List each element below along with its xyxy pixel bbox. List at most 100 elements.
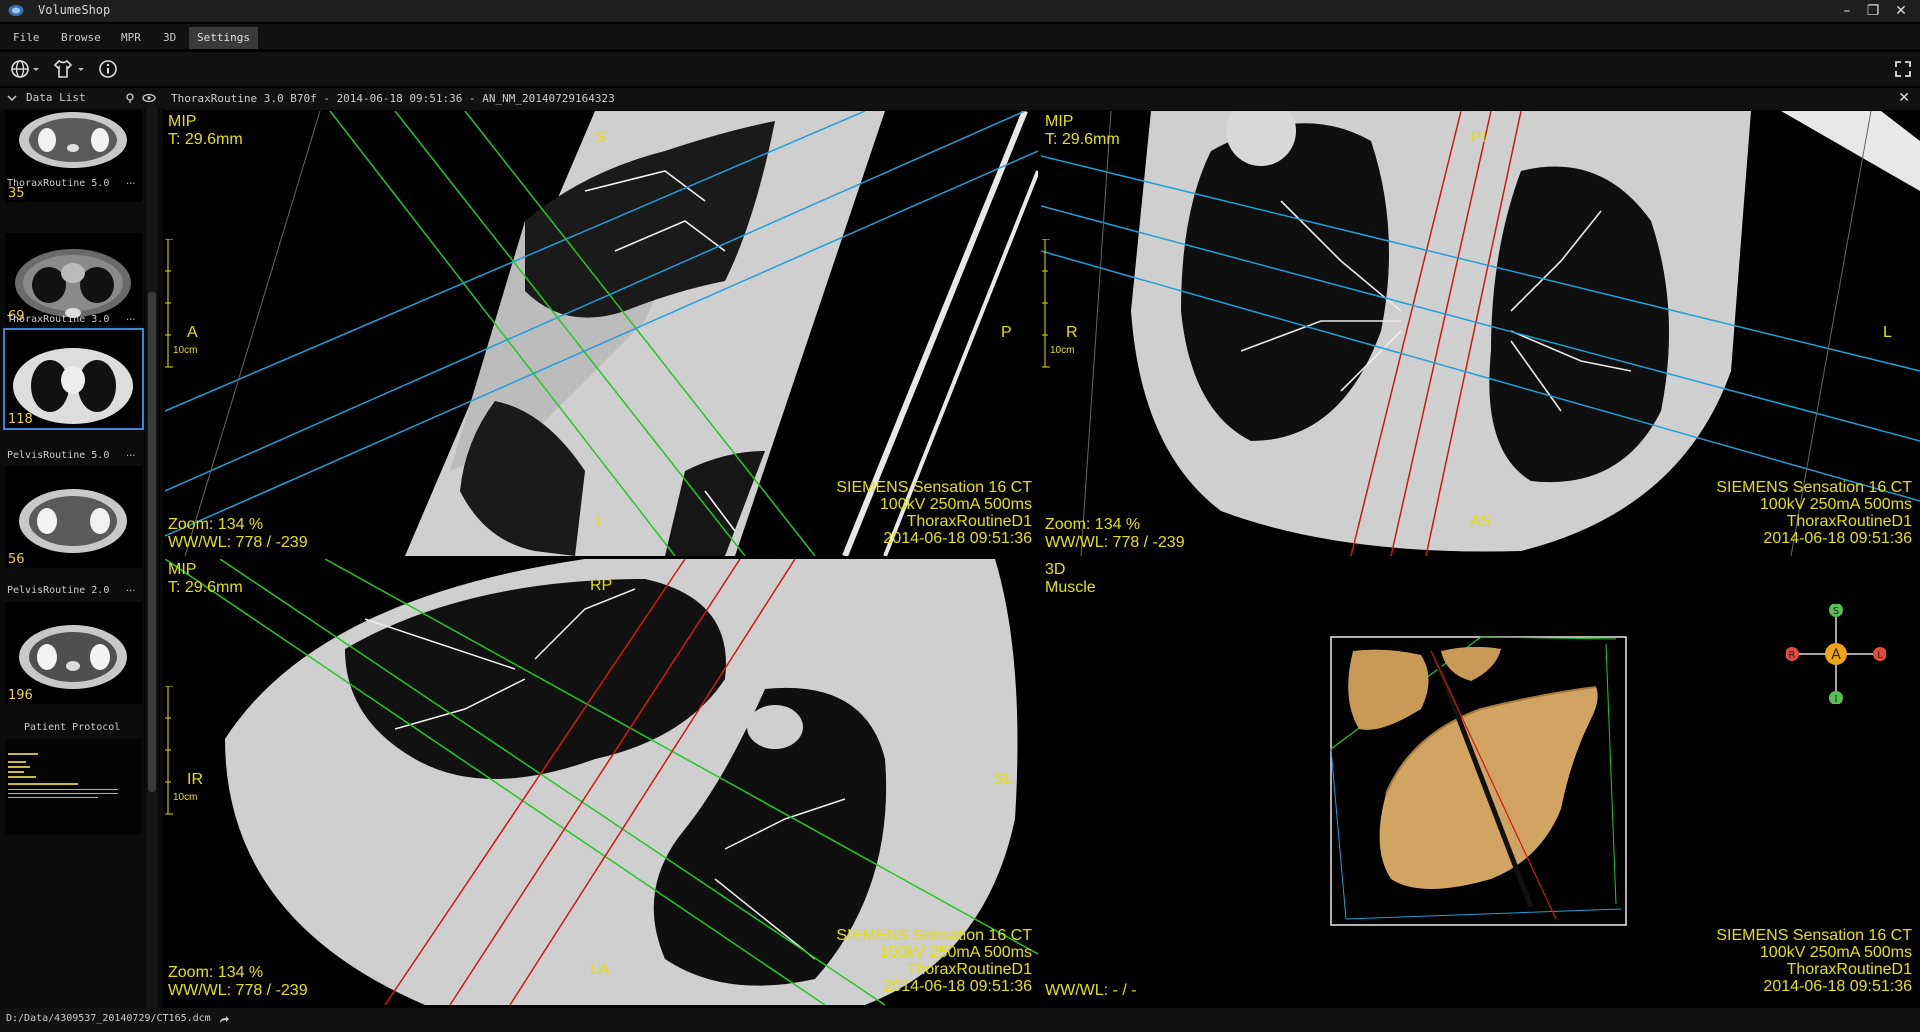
menu-settings[interactable]: Settings [189, 27, 258, 49]
render-preset-label: Muscle [1045, 579, 1096, 596]
scan-params-label: 100kV 250mA 500ms [1759, 496, 1912, 513]
menu-3d[interactable]: 3D [155, 27, 184, 49]
patient-protocol-thumbnail[interactable] [5, 739, 142, 835]
series-thumbnail[interactable]: 196 [5, 602, 142, 704]
series-image-count: 196 [8, 688, 33, 703]
series-label: PelvisRoutine 2.0 [7, 585, 110, 596]
scan-params-label: 100kV 250mA 500ms [1759, 944, 1912, 961]
orientation-s-label: S [1833, 606, 1839, 617]
title-bar: VolumeShop – ❐ ✕ [0, 0, 1920, 22]
slab-thickness-label: T: 29.6mm [168, 131, 243, 148]
window-level-label: WW/WL: 778 / -239 [168, 982, 308, 999]
orientation-top-label: RP [590, 577, 613, 594]
patient-protocol-label: Patient Protocol [24, 722, 121, 733]
data-list-panel: 35 ThoraxRoutine 5.0 ... 69 ThoraxRoutin… [0, 108, 163, 1008]
protocol-name-label: ThoraxRoutineD1 [1786, 513, 1912, 530]
ct-thorax-thumbnail-image [15, 249, 131, 318]
series-more-button[interactable]: ... [126, 448, 136, 459]
viewer-header: ThoraxRoutine 3.0 B70f - 2014-06-18 09:5… [165, 88, 1920, 110]
scan-datetime-label: 2014-06-18 09:51:36 [883, 530, 1032, 547]
window-level-label: WW/WL: 778 / -239 [168, 534, 308, 551]
chevron-down-icon[interactable] [31, 58, 41, 80]
slab-thickness-label: T: 29.6mm [1045, 131, 1120, 148]
globe-icon[interactable] [9, 58, 31, 80]
orientation-left-label: R [1066, 324, 1078, 341]
fullscreen-icon[interactable] [1892, 58, 1914, 80]
orientation-left-label: A [187, 324, 198, 341]
series-image-count: 118 [8, 412, 33, 427]
viewport-3d[interactable]: 3D Muscle S I R L A WW/WL: - / - SIEMENS… [1041, 559, 1920, 1005]
data-list-label: Data List [26, 91, 86, 104]
scale-label: 10cm [173, 792, 198, 803]
scanner-model-label: SIEMENS Sensation 16 CT [1716, 927, 1912, 944]
series-info-text: ThoraxRoutine 3.0 B70f - 2014-06-18 09:5… [171, 92, 615, 105]
scanner-model-label: SIEMENS Sensation 16 CT [836, 479, 1032, 496]
view-mode-label: MIP [168, 561, 197, 578]
series-thumbnail[interactable]: 69 [5, 233, 142, 325]
restore-button[interactable]: ❐ [1862, 2, 1884, 20]
scanner-model-label: SIEMENS Sensation 16 CT [836, 927, 1032, 944]
orientation-cube-widget[interactable]: S I R L A [1786, 604, 1886, 704]
series-more-button[interactable]: ... [126, 176, 136, 187]
zoom-label: Zoom: 134 % [168, 964, 264, 981]
file-path-label: D:/Data/4309537_20140729/CT165.dcm [6, 1013, 211, 1024]
menu-file[interactable]: File [5, 27, 48, 49]
scan-datetime-label: 2014-06-18 09:51:36 [883, 978, 1032, 995]
chevron-down-icon[interactable] [76, 58, 86, 80]
series-label: PelvisRoutine 5.0 [7, 450, 110, 461]
orientation-right-label: P [1001, 324, 1012, 341]
close-window-button[interactable]: ✕ [1890, 2, 1912, 20]
eye-icon[interactable] [142, 92, 156, 104]
toolbar [0, 52, 1920, 86]
orientation-i-label: I [1835, 694, 1838, 704]
zoom-label: Zoom: 134 % [168, 516, 264, 533]
shirt-icon[interactable] [52, 58, 74, 80]
window-level-label: WW/WL: 778 / -239 [1045, 534, 1185, 551]
protocol-name-label: ThoraxRoutineD1 [906, 513, 1032, 530]
series-thumbnail[interactable]: 56 [5, 466, 142, 568]
scale-label: 10cm [173, 345, 198, 356]
viewport-axial[interactable]: MIP T: 29.6mm PI R L AS 10cm Zoom: 134 %… [1041, 111, 1920, 556]
view-mode-label: MIP [1045, 113, 1074, 130]
orientation-bottom-label: LA [590, 961, 610, 978]
series-label: ThoraxRoutine 3.0 [7, 314, 110, 325]
orientation-top-label: S [595, 129, 606, 146]
orientation-left-label: IR [187, 771, 203, 788]
data-list-scroll-thumb[interactable] [148, 292, 156, 792]
pin-icon[interactable] [124, 92, 136, 104]
ct-pelvis-thumbnail-image [19, 489, 127, 553]
view-mode-label: MIP [168, 113, 197, 130]
close-icon[interactable]: ✕ [1898, 90, 1910, 106]
viewport-coronal[interactable]: MIP T: 29.6mm RP IR SL LA 10cm Zoom: 134… [165, 559, 1038, 1005]
viewport-sagittal[interactable]: MIP T: 29.6mm S A P I 10cm Zoom: 134 % W… [165, 111, 1038, 556]
view-mode-label: 3D [1045, 561, 1066, 578]
scan-params-label: 100kV 250mA 500ms [879, 496, 1032, 513]
window-level-label: WW/WL: - / - [1045, 982, 1137, 999]
menu-browse[interactable]: Browse [53, 27, 109, 49]
minimize-button[interactable]: – [1836, 2, 1858, 20]
collapse-chevron-icon[interactable] [7, 93, 17, 103]
orientation-bottom-label: I [596, 513, 601, 530]
protocol-name-label: ThoraxRoutineD1 [1786, 961, 1912, 978]
scan-params-label: 100kV 250mA 500ms [879, 944, 1032, 961]
info-icon[interactable] [97, 58, 119, 80]
scan-datetime-label: 2014-06-18 09:51:36 [1763, 530, 1912, 547]
open-file-arrow-icon[interactable] [218, 1014, 230, 1026]
app-title: VolumeShop [38, 3, 111, 17]
scale-label: 10cm [1050, 345, 1075, 356]
orientation-right-label: SL [994, 771, 1014, 788]
orientation-a-label: A [1831, 647, 1841, 663]
protocol-name-label: ThoraxRoutineD1 [906, 961, 1032, 978]
menu-mpr[interactable]: MPR [113, 27, 149, 49]
protocol-document-image [8, 753, 118, 798]
series-image-count: 56 [8, 552, 25, 567]
status-bar: D:/Data/4309537_20140729/CT165.dcm [0, 1008, 1920, 1032]
orientation-l-label: L [1877, 650, 1883, 661]
series-thumbnail-selected[interactable]: 118 [3, 328, 144, 430]
zoom-label: Zoom: 134 % [1045, 516, 1141, 533]
orientation-r-label: R [1789, 650, 1796, 661]
scanner-model-label: SIEMENS Sensation 16 CT [1716, 479, 1912, 496]
app-logo-icon [8, 5, 24, 16]
series-more-button[interactable]: ... [126, 583, 136, 594]
series-more-button[interactable]: ... [126, 312, 136, 323]
